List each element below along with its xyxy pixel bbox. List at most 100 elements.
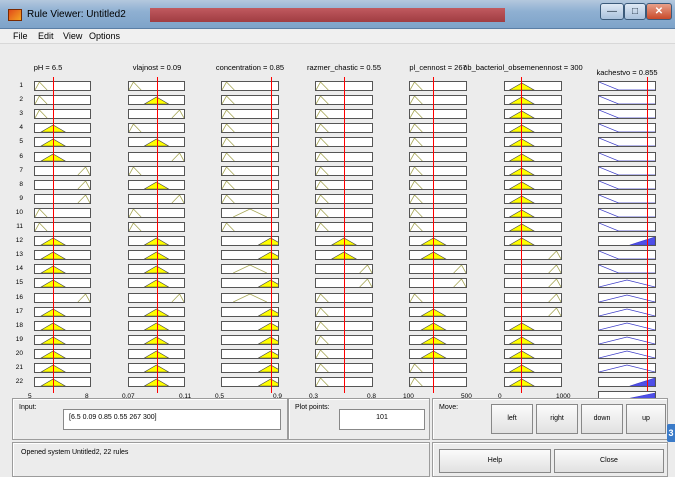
rule-mf-plot bbox=[34, 123, 91, 134]
rule-mf-plot bbox=[409, 137, 467, 148]
rule-row-number: 4 bbox=[19, 124, 23, 132]
rule-mf-plot bbox=[504, 292, 562, 303]
rule-mf-plot bbox=[504, 334, 562, 345]
rule-mf-plot bbox=[504, 348, 562, 359]
rule-mf-plot bbox=[504, 179, 562, 190]
move-right-button[interactable]: right bbox=[536, 404, 578, 434]
rule-mf-plot bbox=[504, 222, 562, 232]
rule-mf-plot bbox=[409, 306, 467, 317]
rule-mf-plot bbox=[504, 320, 562, 331]
rule-mf-plot bbox=[504, 236, 562, 247]
input-label: Input: bbox=[19, 404, 37, 411]
title-bar-highlight bbox=[150, 8, 505, 22]
rule-mf-plot bbox=[34, 250, 91, 261]
rule-row-number: 17 bbox=[15, 307, 23, 315]
rule-mf-plot bbox=[409, 207, 467, 218]
input-value-marker[interactable] bbox=[344, 77, 345, 394]
rule-row-number: 22 bbox=[15, 378, 23, 386]
input-value-marker[interactable] bbox=[521, 77, 523, 394]
close-button[interactable]: Close bbox=[554, 449, 664, 473]
rule-mf-plot bbox=[34, 334, 91, 345]
rule-mf-plot bbox=[221, 193, 279, 204]
input-value-marker[interactable] bbox=[271, 77, 273, 394]
plot-points-label: Plot points: bbox=[295, 404, 330, 411]
input-panel: Input: [6.5 0.09 0.85 0.55 267 300] bbox=[12, 398, 288, 440]
rule-row-number: 2 bbox=[19, 96, 23, 104]
rule-mf-plot bbox=[504, 250, 562, 261]
rule-mf-plot bbox=[504, 278, 562, 289]
rule-mf-plot bbox=[221, 137, 279, 148]
rule-mf-plot bbox=[34, 193, 91, 204]
rule-mf-plot bbox=[34, 95, 91, 106]
rule-mf-plot bbox=[34, 306, 91, 317]
rule-mf-plot bbox=[409, 320, 467, 331]
rule-mf-plot bbox=[409, 151, 467, 162]
input-vector-field[interactable]: [6.5 0.09 0.85 0.55 267 300] bbox=[63, 409, 281, 430]
rule-mf-plot bbox=[409, 123, 467, 134]
close-window-button[interactable]: ✕ bbox=[646, 3, 672, 20]
rule-mf-plot bbox=[409, 95, 467, 106]
rule-mf-plot bbox=[409, 292, 467, 303]
rule-mf-plot bbox=[221, 81, 279, 91]
minimize-button[interactable]: — bbox=[600, 3, 624, 20]
rule-mf-plot bbox=[34, 179, 91, 190]
rule-row-number: 16 bbox=[15, 293, 23, 301]
rule-mf-plot bbox=[221, 207, 279, 218]
input-value-marker[interactable] bbox=[52, 77, 54, 394]
rule-mf-plot bbox=[34, 109, 91, 120]
rule-row-number: 8 bbox=[19, 180, 23, 188]
rule-row-number: 20 bbox=[15, 349, 23, 357]
rule-mf-plot bbox=[504, 81, 562, 91]
rule-mf-plot bbox=[221, 179, 279, 190]
rule-mf-plot bbox=[409, 222, 467, 232]
rule-row-number: 1 bbox=[19, 82, 23, 89]
rule-mf-plot bbox=[504, 95, 562, 106]
plot-points-field[interactable]: 101 bbox=[339, 409, 425, 430]
rule-mf-plot bbox=[409, 236, 467, 247]
side-panel-tab-icon[interactable]: 3 bbox=[667, 424, 675, 442]
input-variable-label: ob_bacteriol_obsemenennost = 300 bbox=[463, 63, 583, 72]
rule-row-number: 12 bbox=[15, 237, 23, 245]
rule-row-number: 21 bbox=[15, 364, 23, 371]
rule-mf-plot bbox=[409, 264, 467, 275]
rule-mf-plot bbox=[221, 334, 279, 345]
move-down-button[interactable]: down bbox=[581, 404, 623, 434]
rule-mf-plot bbox=[221, 320, 279, 331]
input-value-marker[interactable] bbox=[647, 77, 649, 394]
help-button[interactable]: Help bbox=[439, 449, 551, 473]
rule-mf-plot bbox=[34, 320, 91, 331]
rule-mf-plot bbox=[221, 222, 279, 232]
rule-mf-plot bbox=[409, 109, 467, 120]
rule-mf-plot bbox=[504, 123, 562, 134]
menu-file[interactable]: File bbox=[13, 31, 28, 41]
menu-view[interactable]: View bbox=[63, 31, 82, 41]
rule-mf-plot bbox=[504, 264, 562, 275]
rule-mf-plot bbox=[221, 165, 279, 176]
help-close-panel: Help Close bbox=[432, 442, 668, 477]
rule-mf-plot bbox=[34, 222, 91, 232]
rule-mf-plot bbox=[221, 109, 279, 120]
rule-mf-plot bbox=[504, 193, 562, 204]
rule-row-number: 7 bbox=[19, 166, 23, 174]
rule-mf-plot bbox=[221, 95, 279, 106]
menu-options[interactable]: Options bbox=[89, 31, 120, 41]
input-value-marker[interactable] bbox=[156, 77, 158, 394]
rule-mf-plot bbox=[221, 348, 279, 359]
rule-mf-plot bbox=[34, 377, 91, 388]
maximize-button[interactable]: □ bbox=[624, 3, 646, 20]
rule-mf-plot bbox=[504, 377, 562, 388]
move-up-button[interactable]: up bbox=[626, 404, 666, 434]
rule-mf-plot bbox=[221, 264, 279, 275]
menu-edit[interactable]: Edit bbox=[38, 31, 54, 41]
move-left-button[interactable]: left bbox=[491, 404, 533, 434]
rule-mf-plot bbox=[221, 363, 279, 373]
rule-row-number: 6 bbox=[19, 152, 23, 160]
rule-mf-plot bbox=[504, 109, 562, 120]
rule-mf-plot bbox=[221, 236, 279, 247]
rule-mf-plot bbox=[221, 250, 279, 261]
rule-mf-plot bbox=[504, 151, 562, 162]
input-value-marker[interactable] bbox=[433, 77, 435, 394]
rule-mf-plot bbox=[34, 292, 91, 303]
rule-mf-plot bbox=[34, 264, 91, 275]
rule-mf-plot bbox=[504, 165, 562, 176]
